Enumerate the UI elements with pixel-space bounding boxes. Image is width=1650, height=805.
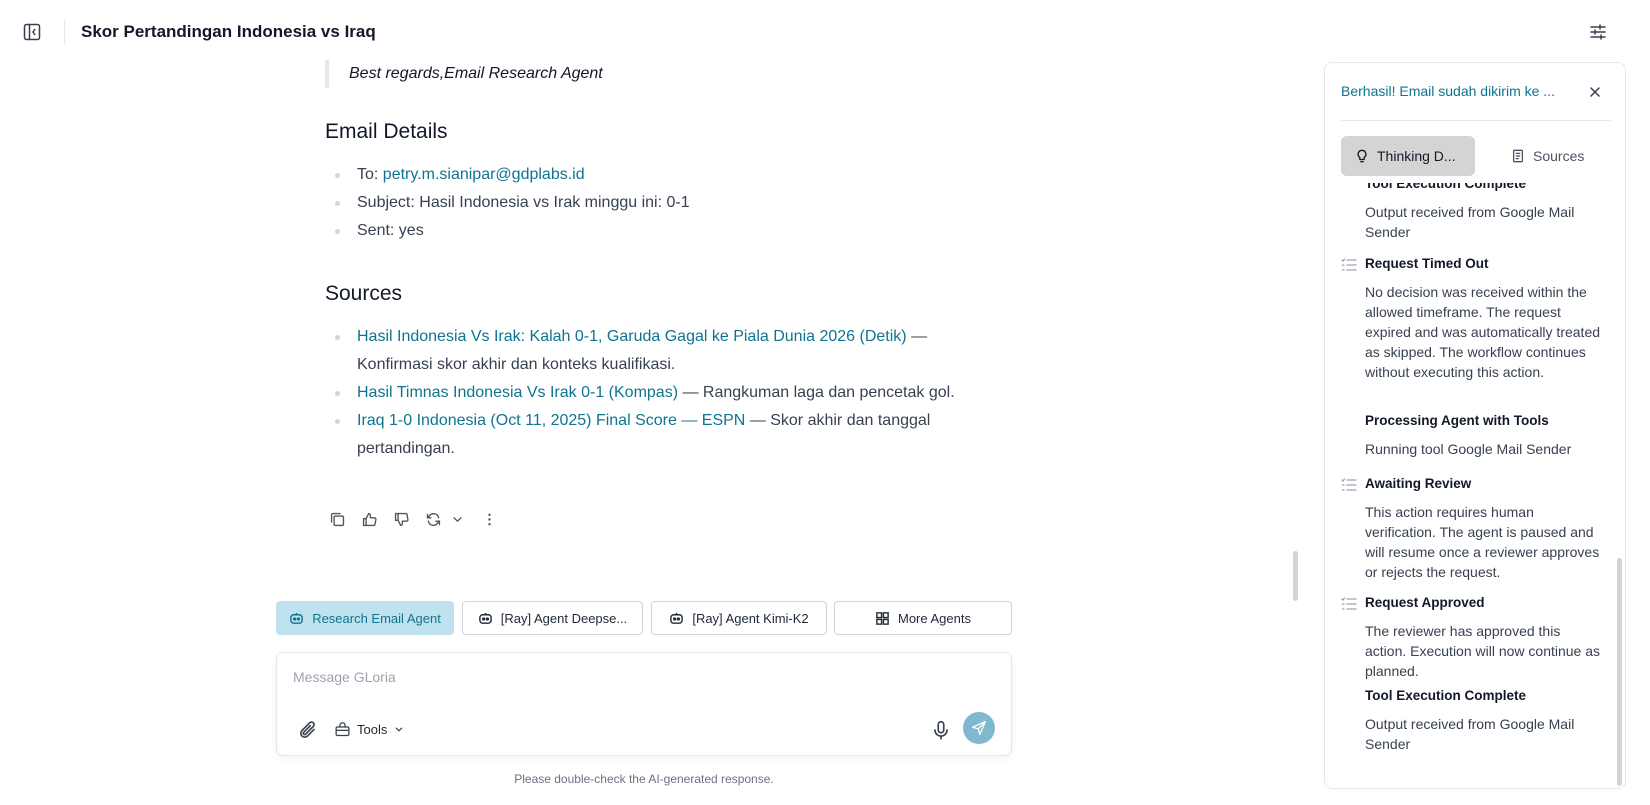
tools-label: Tools — [357, 721, 388, 737]
list-icon — [1341, 478, 1357, 491]
thinking-panel: Berhasil! Email sudah dikirim ke ... Thi… — [1324, 62, 1626, 789]
more-options-button[interactable] — [478, 508, 500, 530]
step-description: No decision was received within the allo… — [1365, 284, 1601, 380]
agent-chip-label: [Ray] Agent Kimi-K2 — [692, 610, 809, 626]
source-item: Hasil Timnas Indonesia Vs Irak 0-1 (Komp… — [325, 379, 965, 407]
microphone-icon[interactable] — [930, 719, 952, 741]
recipient-email-link[interactable]: petry.m.sianipar@gdplabs.id — [383, 166, 585, 183]
source-link[interactable]: Hasil Indonesia Vs Irak: Kalah 0-1, Garu… — [357, 328, 907, 345]
step-description: Output received from Google Mail Sender — [1365, 204, 1575, 240]
header-divider — [64, 20, 65, 44]
tab-thinking[interactable]: Thinking D... — [1341, 136, 1475, 176]
step-title: Request Timed Out — [1365, 256, 1489, 271]
sources-list: Hasil Indonesia Vs Irak: Kalah 0-1, Garu… — [325, 323, 965, 463]
list-icon — [1341, 258, 1357, 271]
list-icon — [1341, 597, 1357, 610]
agent-chip-label: [Ray] Agent Deepse... — [500, 610, 628, 626]
sidebar-toggle-icon[interactable] — [22, 22, 42, 42]
toolbox-icon — [335, 721, 350, 736]
bot-icon — [670, 612, 684, 624]
thinking-timeline: Tool Execution Complete Output received … — [1325, 183, 1615, 788]
message-input[interactable]: Message GLoria — [293, 669, 893, 685]
source-description: — Rangkuman laga dan pencetak gol. — [678, 384, 955, 401]
agent-chip-label: Research Email Agent — [312, 610, 441, 626]
tab-sources[interactable]: Sources — [1497, 136, 1607, 176]
grid-icon — [876, 611, 889, 625]
list-item: To: petry.m.sianipar@gdplabs.id — [325, 161, 965, 189]
sliders-icon[interactable] — [1588, 22, 1608, 42]
source-item: Iraq 1-0 Indonesia (Oct 11, 2025) Final … — [325, 407, 965, 463]
step-title: Awaiting Review — [1365, 476, 1472, 491]
tools-button[interactable]: Tools — [334, 717, 405, 741]
panel-scrollbar[interactable] — [1617, 558, 1622, 786]
document-icon — [1512, 149, 1524, 163]
step-title: Tool Execution Complete — [1365, 183, 1527, 191]
thumbs-down-icon — [394, 512, 409, 526]
thumbs-up-button[interactable] — [358, 508, 380, 530]
list-item: Subject: Hasil Indonesia vs Irak minggu … — [325, 189, 965, 217]
send-icon — [971, 720, 987, 736]
paperclip-icon[interactable] — [297, 719, 319, 741]
agent-chip-research-email[interactable]: Research Email Agent — [276, 601, 454, 635]
quote-text: Best regards,Email Research Agent — [349, 65, 603, 82]
step-description: The reviewer has approved this action. E… — [1365, 623, 1601, 679]
thumbs-down-button[interactable] — [390, 508, 412, 530]
message-composer: Message GLoria Tools — [276, 652, 1012, 756]
source-link[interactable]: Iraq 1-0 Indonesia (Oct 11, 2025) Final … — [357, 412, 745, 429]
step-title: Processing Agent with Tools — [1365, 413, 1549, 428]
sources-heading: Sources — [325, 282, 403, 305]
refresh-icon — [426, 512, 440, 526]
panel-title: Berhasil! Email sudah dikirim ke ... — [1341, 83, 1555, 99]
step-title: Tool Execution Complete — [1365, 688, 1527, 703]
ai-disclaimer: Please double-check the AI-generated res… — [514, 772, 774, 786]
more-agents-button[interactable]: More Agents — [834, 601, 1012, 635]
email-details-heading: Email Details — [325, 120, 448, 143]
step-description: Output received from Google Mail Sender — [1365, 716, 1575, 752]
source-item: Hasil Indonesia Vs Irak: Kalah 0-1, Garu… — [325, 323, 965, 379]
panel-divider — [1341, 120, 1611, 121]
page-title: Skor Pertandingan Indonesia vs Iraq — [81, 22, 376, 41]
signature-quote: Best regards,Email Research Agent — [325, 60, 705, 88]
agent-chip-label: More Agents — [898, 610, 971, 626]
step-description: This action requires human verification.… — [1365, 504, 1600, 580]
agent-chip-deepseek[interactable]: [Ray] Agent Deepse... — [462, 601, 643, 635]
email-details-list: To: petry.m.sianipar@gdplabs.id Subject:… — [325, 161, 965, 245]
tab-label: Thinking D... — [1377, 148, 1456, 164]
step-title: Request Approved — [1365, 595, 1485, 610]
regenerate-options-button[interactable] — [446, 508, 468, 530]
lightbulb-icon — [1357, 149, 1367, 163]
source-link[interactable]: Hasil Timnas Indonesia Vs Irak 0-1 (Komp… — [357, 384, 678, 401]
copy-button[interactable] — [326, 508, 348, 530]
send-button[interactable] — [963, 712, 995, 744]
list-item: Sent: yes — [325, 217, 965, 245]
tab-label: Sources — [1533, 148, 1585, 164]
thumbs-up-icon — [362, 512, 377, 526]
top-bar: Skor Pertandingan Indonesia vs Iraq — [0, 0, 1650, 64]
agent-selector: Research Email Agent [Ray] Agent Deepse.… — [276, 601, 1012, 635]
agent-chip-kimi[interactable]: [Ray] Agent Kimi-K2 — [651, 601, 827, 635]
bot-icon — [290, 612, 304, 624]
chevron-down-icon — [395, 727, 403, 732]
close-icon[interactable] — [1587, 84, 1603, 100]
step-description: Running tool Google Mail Sender — [1365, 441, 1572, 457]
chat-scrollbar[interactable] — [1293, 551, 1298, 601]
chevron-down-icon — [452, 516, 462, 522]
regenerate-button[interactable] — [422, 508, 444, 530]
to-label: To: — [357, 166, 383, 183]
copy-icon — [330, 512, 344, 526]
bot-icon — [478, 612, 492, 624]
more-vertical-icon — [487, 513, 491, 525]
